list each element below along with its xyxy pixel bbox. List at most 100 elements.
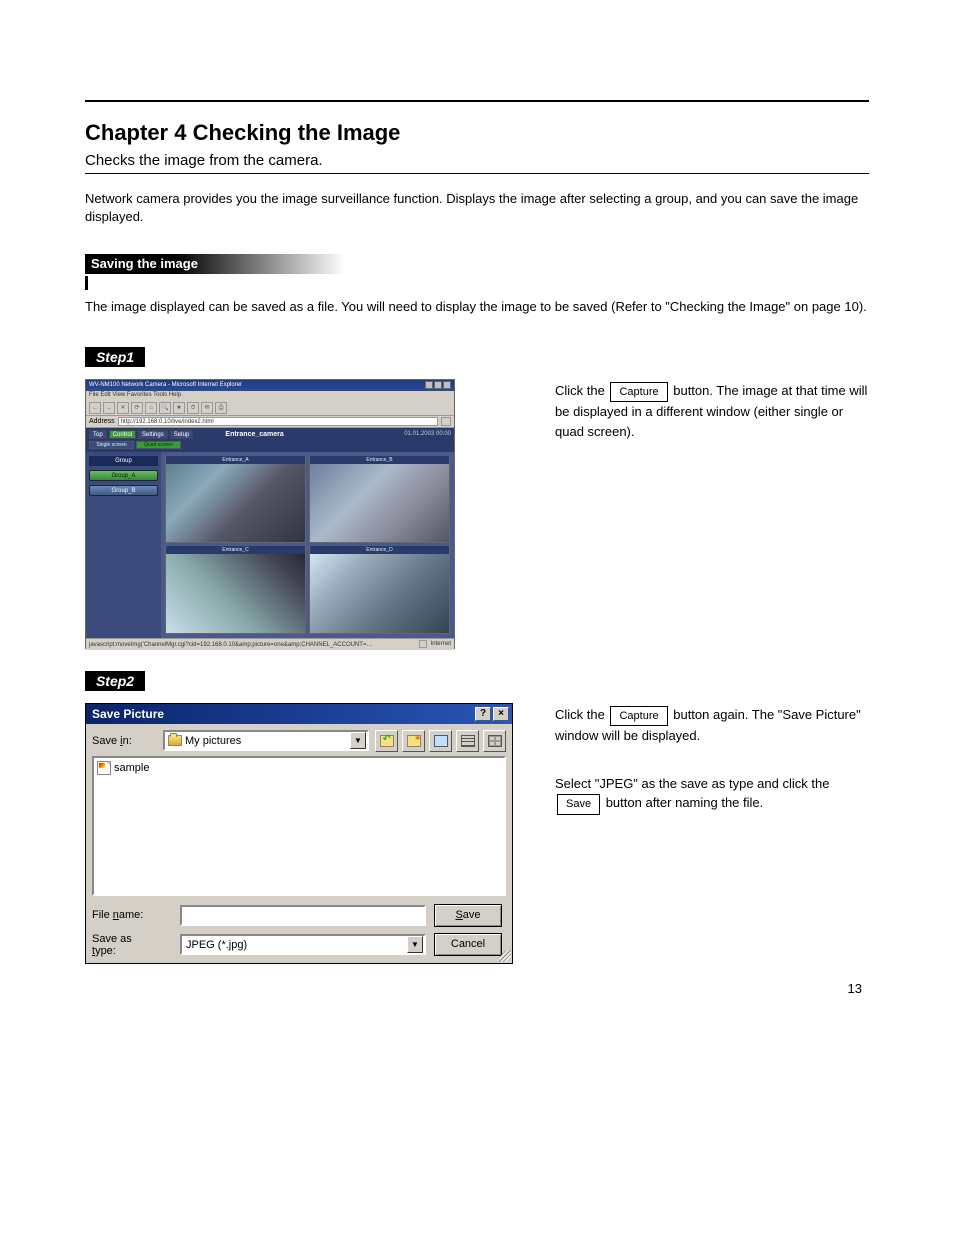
chapter-subtitle: Checks the image from the camera. (85, 152, 869, 169)
camera-image-d (310, 547, 449, 633)
type-dropdown-icon[interactable]: ▼ (407, 936, 423, 953)
details-view-button[interactable] (483, 730, 506, 752)
print-button[interactable]: ⎙ (215, 402, 227, 414)
zone-text: Internet (431, 638, 451, 650)
group-b-button[interactable]: Group_B (89, 485, 158, 496)
step1-text-before: Click the (555, 383, 608, 398)
nav-tab-setup[interactable]: Setup (170, 430, 194, 439)
cancel-button[interactable]: Cancel (434, 933, 502, 956)
top-divider (85, 100, 869, 102)
camera-cell-a[interactable]: Entrance_A (165, 456, 306, 544)
close-button[interactable] (443, 381, 451, 389)
save-in-value: My pictures (185, 735, 241, 747)
save-in-combo[interactable]: My pictures ▼ (163, 730, 369, 751)
camera-grid: Entrance_A Entrance_B Entrance_C En (161, 452, 454, 638)
save-button-ref: Save (557, 794, 600, 815)
maximize-button[interactable] (434, 381, 442, 389)
section-intro: The image displayed can be saved as a fi… (85, 298, 869, 316)
home-button[interactable]: ⌂ (145, 402, 157, 414)
file-name-input[interactable] (180, 905, 426, 926)
up-folder-icon (380, 735, 394, 747)
step2-text2a: Select "JPEG" as the save as type and cl… (555, 776, 829, 791)
browser-menubar[interactable]: File Edit View Favorites Tools Help (86, 391, 454, 400)
list-icon (461, 735, 475, 747)
camera-cell-d-title: Entrance_D (310, 546, 449, 554)
page-number: 13 (848, 981, 862, 996)
capture-button-ref: Capture (610, 382, 667, 403)
window-controls (425, 380, 451, 391)
search-button[interactable]: 🔍 (159, 402, 171, 414)
page: Chapter 4 Checking the Image Checks the … (0, 0, 954, 1026)
timestamp: 01.01.2003 00:00 (404, 431, 451, 437)
favorites-button[interactable]: ★ (173, 402, 185, 414)
save-button[interactable]: Save (434, 904, 502, 927)
dialog-bottom: File name: Save Save as type: JPEG (*.jp… (86, 900, 512, 963)
details-icon (488, 735, 502, 747)
file-item-sample[interactable]: sample (97, 761, 501, 775)
save-as-type-select[interactable]: JPEG (*.jpg) ▼ (180, 934, 426, 955)
save-picture-dialog: Save Picture ? × Save in: My pictures ▼ (85, 703, 513, 964)
chapter-title: Chapter 4 Checking the Image (85, 120, 869, 146)
image-file-icon (97, 761, 111, 775)
address-bar-row: Address http://192.168.0.10/live/index2.… (86, 416, 454, 428)
single-screen-button[interactable]: Single screen (89, 441, 134, 449)
nav-tab-top[interactable]: Top (89, 430, 107, 439)
nav-tab-control[interactable]: Control (109, 430, 136, 439)
forward-button[interactable]: → (103, 402, 115, 414)
step2-figure: Save Picture ? × Save in: My pictures ▼ (85, 703, 525, 964)
camera-cell-b-title: Entrance_B (310, 456, 449, 464)
back-button[interactable]: ← (89, 402, 101, 414)
zone-icon (419, 640, 427, 648)
camera-body: Group Group_A Group_B Entrance_A Entranc… (86, 452, 454, 638)
minimize-button[interactable] (425, 381, 433, 389)
camera-cell-c-title: Entrance_C (166, 546, 305, 554)
file-name-label: File name: (92, 909, 157, 921)
go-button[interactable] (441, 417, 451, 426)
address-field[interactable]: http://192.168.0.10/live/index2.html (118, 417, 438, 426)
dialog-close-button[interactable]: × (493, 707, 509, 721)
camera-browser-window: WV-NM100 Network Camera - Microsoft Inte… (85, 379, 455, 649)
save-in-label: Save in: (92, 735, 157, 747)
sidebar-group-header: Group (89, 456, 158, 466)
desktop-button[interactable] (429, 730, 452, 752)
file-listing[interactable]: sample (92, 756, 506, 896)
chapter-intro: Network camera provides you the image su… (85, 190, 869, 226)
step2-text2b: button after naming the file. (606, 795, 764, 810)
resize-grip[interactable] (499, 950, 511, 962)
browser-title-text: WV-NM100 Network Camera - Microsoft Inte… (89, 380, 242, 391)
mail-button[interactable]: ✉ (201, 402, 213, 414)
step1-label: Step1 (85, 347, 145, 367)
camera-cell-c[interactable]: Entrance_C (165, 546, 306, 634)
camera-image-b (310, 457, 449, 543)
save-as-type-value: JPEG (*.jpg) (186, 939, 247, 951)
up-folder-button[interactable] (375, 730, 398, 752)
camera-image-c (166, 547, 305, 633)
step2-text: Click the Capture button again. The "Sav… (555, 703, 869, 815)
dialog-help-button[interactable]: ? (475, 707, 491, 721)
camera-cell-b[interactable]: Entrance_B (309, 456, 450, 544)
refresh-button[interactable]: ⟳ (131, 402, 143, 414)
section-underline (85, 276, 88, 290)
camera-sidebar: Group Group_A Group_B (86, 452, 161, 638)
dropdown-icon[interactable]: ▼ (350, 732, 366, 749)
dialog-title: Save Picture (92, 707, 164, 721)
browser-statusbar: javascript:moveImg('ChannelMgr.cgi?cid=1… (86, 638, 454, 650)
camera-nav: Top Control Settings Setup Entrance_came… (86, 428, 454, 441)
nav-tab-settings[interactable]: Settings (138, 430, 168, 439)
step1-row: WV-NM100 Network Camera - Microsoft Inte… (85, 379, 869, 649)
new-folder-icon (407, 735, 421, 747)
new-folder-button[interactable] (402, 730, 425, 752)
stop-button[interactable]: ✕ (117, 402, 129, 414)
list-view-button[interactable] (456, 730, 479, 752)
camera-cell-d[interactable]: Entrance_D (309, 546, 450, 634)
folder-icon (168, 735, 182, 746)
history-button[interactable]: ⏱ (187, 402, 199, 414)
dialog-titlebar: Save Picture ? × (86, 704, 512, 724)
step1-text: Click the Capture button. The image at t… (555, 379, 869, 442)
browser-titlebar: WV-NM100 Network Camera - Microsoft Inte… (86, 380, 454, 391)
desktop-icon (434, 735, 448, 747)
group-a-button[interactable]: Group_A (89, 470, 158, 481)
save-in-row: Save in: My pictures ▼ (86, 724, 512, 752)
file-item-name: sample (114, 762, 149, 774)
quad-screen-button[interactable]: Quad screen (136, 441, 181, 449)
